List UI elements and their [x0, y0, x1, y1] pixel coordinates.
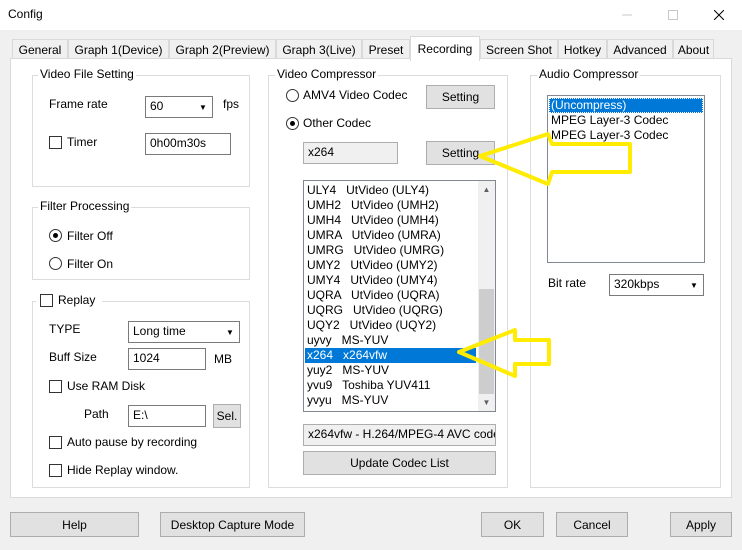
annotation-arrow-icon: [457, 328, 551, 378]
codec-item[interactable]: uyvy MS-YUV: [305, 333, 476, 348]
replay-label: Replay: [58, 293, 96, 307]
auto-pause-checkbox[interactable]: [49, 436, 62, 449]
minimize-icon: [604, 0, 650, 30]
scroll-down-icon[interactable]: ▼: [478, 394, 495, 411]
cancel-button[interactable]: Cancel: [556, 512, 628, 537]
codec-item[interactable]: UQRA UtVideo (UQRA): [305, 288, 476, 303]
codec-item[interactable]: UQRG UtVideo (UQRG): [305, 303, 476, 318]
tab-preset[interactable]: Preset: [362, 39, 410, 60]
video-file-setting-group: [32, 75, 250, 187]
update-codec-list-button[interactable]: Update Codec List: [303, 451, 496, 475]
timer-checkbox[interactable]: [49, 136, 62, 149]
codec-name-field: x264: [303, 142, 398, 164]
video-file-setting-label: Video File Setting: [38, 67, 136, 81]
ok-button[interactable]: OK: [481, 512, 544, 537]
filter-processing-label: Filter Processing: [38, 199, 132, 213]
title-bar: Config: [0, 0, 742, 30]
filter-processing-group: [32, 207, 250, 280]
codec-item[interactable]: UMRA UtVideo (UMRA): [305, 228, 476, 243]
frame-rate-value: 60: [150, 99, 164, 113]
buff-size-input[interactable]: 1024: [128, 348, 206, 370]
filter-on-radio[interactable]: [49, 257, 62, 270]
amv4-radio[interactable]: [286, 89, 299, 102]
bit-rate-label: Bit rate: [548, 276, 587, 290]
codec-item[interactable]: UMY4 UtVideo (UMY4): [305, 273, 476, 288]
filter-off-label: Filter Off: [67, 229, 113, 243]
chevron-down-icon: ▼: [690, 280, 698, 290]
help-button[interactable]: Help: [10, 512, 139, 537]
tab-about[interactable]: About: [673, 39, 714, 60]
path-label: Path: [84, 407, 109, 421]
filter-on-label: Filter On: [67, 257, 114, 271]
tab-advanced[interactable]: Advanced: [607, 39, 673, 60]
buff-size-label: Buff Size: [49, 350, 97, 364]
frame-rate-select[interactable]: 60 ▼: [145, 96, 213, 118]
replay-checkbox[interactable]: [40, 294, 53, 307]
maximize-icon: [650, 0, 696, 30]
path-input[interactable]: E:\: [128, 405, 206, 427]
annotation-arrow-icon: [478, 132, 632, 186]
timer-label: Timer: [67, 135, 98, 149]
hide-replay-checkbox[interactable]: [49, 464, 62, 477]
audio-compressor-label: Audio Compressor: [537, 67, 641, 81]
tab-graph2[interactable]: Graph 2(Preview): [169, 39, 276, 60]
amv4-label: AMV4 Video Codec: [303, 88, 408, 102]
codec-item[interactable]: UQY2 UtVideo (UQY2): [305, 318, 476, 333]
close-icon[interactable]: [696, 0, 742, 30]
codec-description-field: x264vfw - H.264/MPEG-4 AVC code: [303, 424, 496, 446]
filter-off-radio[interactable]: [49, 229, 62, 242]
codec-item[interactable]: yvu9 Toshiba YUV411: [305, 378, 476, 393]
codec-item[interactable]: ULY4 UtVideo (ULY4): [305, 183, 476, 198]
chevron-down-icon: ▼: [199, 102, 207, 112]
type-label: TYPE: [49, 322, 81, 336]
fps-label: fps: [223, 97, 240, 111]
video-compressor-label: Video Compressor: [275, 67, 379, 81]
audio-codec-item-selected[interactable]: (Uncompress): [549, 98, 703, 113]
tab-graph1[interactable]: Graph 1(Device): [68, 39, 169, 60]
tab-screen-shot[interactable]: Screen Shot: [480, 39, 558, 60]
other-codec-radio[interactable]: [286, 117, 299, 130]
apply-button[interactable]: Apply: [670, 512, 732, 537]
use-ram-disk-label: Use RAM Disk: [67, 379, 146, 393]
chevron-down-icon: ▼: [226, 327, 234, 337]
hide-replay-label: Hide Replay window.: [67, 463, 179, 477]
other-codec-label: Other Codec: [303, 116, 372, 130]
tab-hotkey[interactable]: Hotkey: [558, 39, 607, 60]
bit-rate-select[interactable]: 320kbps ▼: [609, 274, 704, 296]
codec-item[interactable]: UMH4 UtVideo (UMH4): [305, 213, 476, 228]
amv4-setting-button[interactable]: Setting: [426, 85, 495, 109]
replay-type-select[interactable]: Long time ▼: [128, 321, 240, 343]
timer-input[interactable]: 0h00m30s: [145, 133, 231, 155]
window-title: Config: [8, 7, 43, 21]
replay-type-value: Long time: [133, 324, 186, 338]
tab-recording[interactable]: Recording: [410, 36, 480, 61]
codec-item[interactable]: UMY2 UtVideo (UMY2): [305, 258, 476, 273]
bit-rate-value: 320kbps: [614, 277, 660, 291]
auto-pause-label: Auto pause by recording: [67, 435, 198, 449]
use-ram-disk-checkbox[interactable]: [49, 380, 62, 393]
audio-codec-item[interactable]: MPEG Layer-3 Codec: [549, 113, 703, 128]
path-select-button[interactable]: Sel.: [213, 404, 241, 428]
frame-rate-label: Frame rate: [49, 97, 108, 111]
tab-graph3[interactable]: Graph 3(Live): [276, 39, 362, 60]
desktop-capture-mode-button[interactable]: Desktop Capture Mode: [160, 512, 305, 537]
tab-general[interactable]: General: [12, 39, 68, 60]
codec-item[interactable]: yuy2 MS-YUV: [305, 363, 476, 378]
buff-unit-label: MB: [214, 352, 232, 366]
codec-item[interactable]: UMRG UtVideo (UMRG): [305, 243, 476, 258]
codec-item[interactable]: UMH2 UtVideo (UMH2): [305, 198, 476, 213]
codec-item[interactable]: yvyu MS-YUV: [305, 393, 476, 408]
codec-item-selected[interactable]: x264 x264vfw: [305, 348, 476, 363]
